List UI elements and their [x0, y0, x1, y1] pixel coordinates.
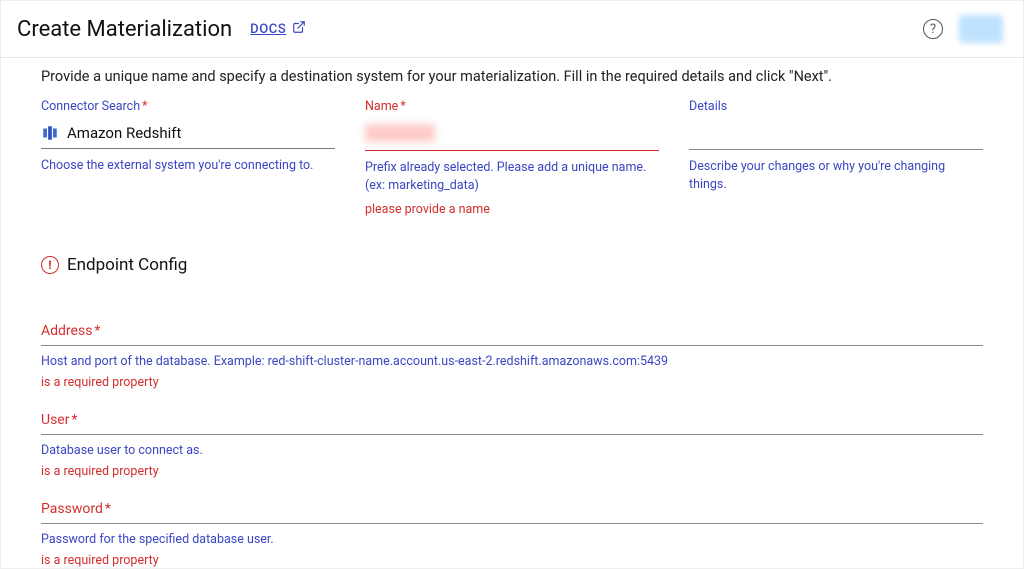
details-field: Details Describe your changes or why you… [689, 99, 983, 219]
page-title: Create Materialization [17, 17, 232, 42]
password-error: is a required property [41, 553, 983, 568]
connector-field: Connector Search* Amazon Redshift Choose… [41, 99, 335, 219]
name-error: please provide a name [365, 201, 659, 219]
name-label: Name* [365, 99, 659, 114]
address-error: is a required property [41, 375, 983, 390]
password-help: Password for the specified database user… [41, 532, 983, 547]
password-input[interactable]: Password* [41, 501, 983, 524]
address-help: Host and port of the database. Example: … [41, 354, 983, 369]
name-helper: Prefix already selected. Please add a un… [365, 159, 659, 195]
name-input[interactable] [365, 120, 659, 151]
endpoint-heading-row: ! Endpoint Config [41, 255, 983, 275]
user-field: User* Database user to connect as. is a … [41, 412, 983, 479]
address-input[interactable]: Address* [41, 323, 983, 346]
details-label: Details [689, 99, 983, 114]
help-icon[interactable]: ? [923, 19, 943, 39]
user-help: Database user to connect as. [41, 443, 983, 458]
redshift-icon [41, 124, 59, 142]
external-link-icon [292, 20, 306, 38]
topbar: Create Materialization DOCS ? [1, 1, 1023, 58]
name-value-redacted [365, 124, 435, 142]
details-helper: Describe your changes or why you're chan… [689, 158, 983, 194]
docs-label: DOCS [250, 22, 286, 37]
page-root: Create Materialization DOCS ? Provide a … [0, 0, 1024, 569]
user-error: is a required property [41, 464, 983, 479]
connector-label: Connector Search* [41, 99, 335, 114]
address-field: Address* Host and port of the database. … [41, 323, 983, 390]
docs-link[interactable]: DOCS [250, 20, 306, 38]
password-field: Password* Password for the specified dat… [41, 501, 983, 568]
topbar-right: ? [923, 15, 1003, 43]
user-avatar[interactable] [959, 15, 1003, 43]
details-input[interactable] [689, 120, 983, 150]
connector-value: Amazon Redshift [67, 124, 181, 142]
top-fields-row: Connector Search* Amazon Redshift Choose… [41, 99, 983, 219]
warning-icon: ! [41, 256, 59, 274]
endpoint-heading: Endpoint Config [67, 255, 187, 275]
connector-helper: Choose the external system you're connec… [41, 157, 335, 175]
connector-select[interactable]: Amazon Redshift [41, 120, 335, 149]
intro-text: Provide a unique name and specify a dest… [41, 68, 983, 85]
content-area: Provide a unique name and specify a dest… [1, 58, 1023, 569]
user-input[interactable]: User* [41, 412, 983, 435]
name-field: Name* Prefix already selected. Please ad… [365, 99, 659, 219]
